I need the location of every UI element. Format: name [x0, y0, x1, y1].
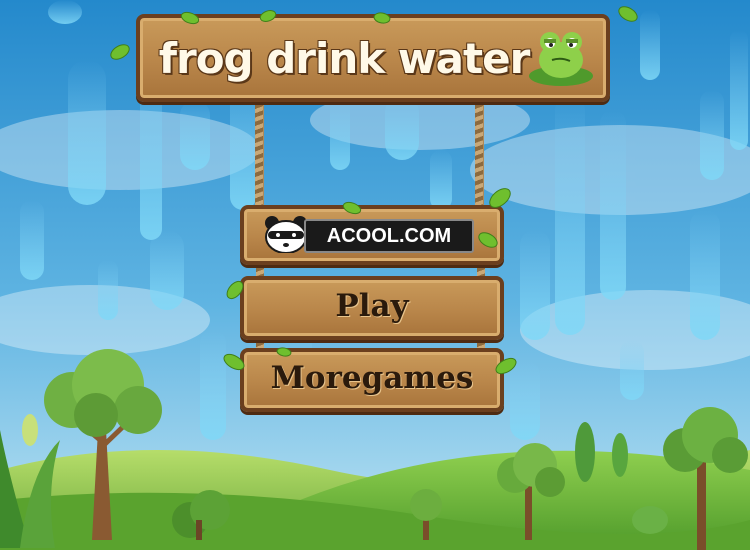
right-rope: [475, 92, 483, 210]
play-label: Play: [335, 288, 409, 324]
title-board: frog drink water: [136, 14, 610, 102]
panda-icon[interactable]: [264, 215, 308, 253]
sponsor-board: ACOOL.COM: [240, 205, 504, 265]
play-button[interactable]: Play: [240, 276, 504, 340]
frog-icon: [529, 32, 593, 86]
moregames-label: Moregames: [270, 360, 474, 396]
left-rope: [255, 92, 263, 210]
game-title: frog drink water: [158, 34, 531, 83]
sponsor-link[interactable]: ACOOL.COM: [304, 219, 474, 253]
moregames-button[interactable]: Moregames: [240, 348, 504, 412]
